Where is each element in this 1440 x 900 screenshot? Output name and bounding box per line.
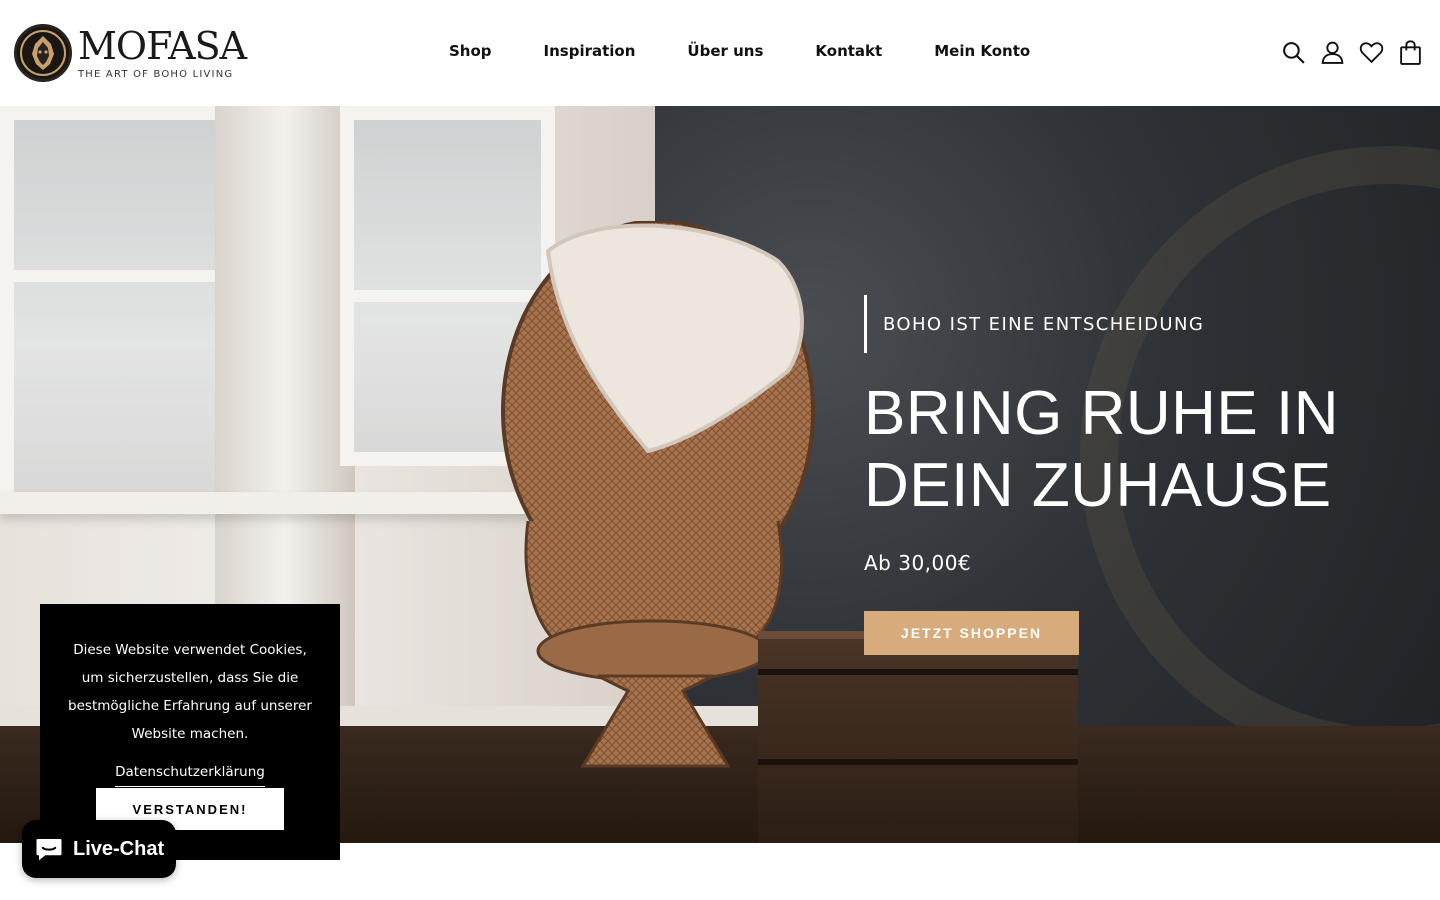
hero-eyebrow-text: BOHO IST EINE ENTSCHEIDUNG <box>883 313 1205 335</box>
nav-item-ueber-uns[interactable]: Über uns <box>687 42 763 60</box>
hero-eyebrow: BOHO IST EINE ENTSCHEIDUNG <box>864 295 1204 353</box>
hero-headline: BRING RUHE IN DEIN ZUHAUSE <box>864 378 1384 522</box>
brand-name: MOFASA <box>78 23 247 68</box>
chat-bubble-icon <box>36 839 62 861</box>
nav-item-shop[interactable]: Shop <box>449 42 492 60</box>
wishlist-heart-icon[interactable] <box>1359 40 1384 65</box>
brand-logo[interactable]: MOFASA THE ART OF BOHO LIVING <box>14 23 247 82</box>
nav-item-inspiration[interactable]: Inspiration <box>544 42 636 60</box>
nav-item-mein-konto[interactable]: Mein Konto <box>934 42 1030 60</box>
live-chat-label: Live-Chat <box>73 837 165 860</box>
main-nav: Shop Inspiration Über uns Kontakt Mein K… <box>449 42 1030 60</box>
wooden-trunk-image <box>758 631 1078 843</box>
hero-headline-line1: BRING RUHE IN <box>864 379 1339 448</box>
hero-headline-line2: DEIN ZUHAUSE <box>864 451 1332 520</box>
window-sill <box>0 492 560 514</box>
window-left <box>0 106 240 506</box>
header-icons <box>1281 40 1423 65</box>
live-chat-button[interactable]: Live-Chat <box>22 820 176 878</box>
account-icon[interactable] <box>1320 40 1345 65</box>
brand-tagline: THE ART OF BOHO LIVING <box>78 68 234 80</box>
shop-now-button[interactable]: JETZT SHOPPEN <box>864 611 1079 655</box>
nav-item-kontakt[interactable]: Kontakt <box>815 42 882 60</box>
hero-price: Ab 30,00€ <box>864 551 972 575</box>
cookie-message: Diese Website verwendet Cookies, um sich… <box>68 642 312 742</box>
site-header: MOFASA THE ART OF BOHO LIVING Shop Inspi… <box>0 0 1440 106</box>
cart-bag-icon[interactable] <box>1398 40 1423 65</box>
privacy-policy-link[interactable]: Datenschutzerklärung <box>115 764 265 787</box>
lion-head-logo-icon <box>14 24 72 82</box>
search-icon[interactable] <box>1281 40 1306 65</box>
